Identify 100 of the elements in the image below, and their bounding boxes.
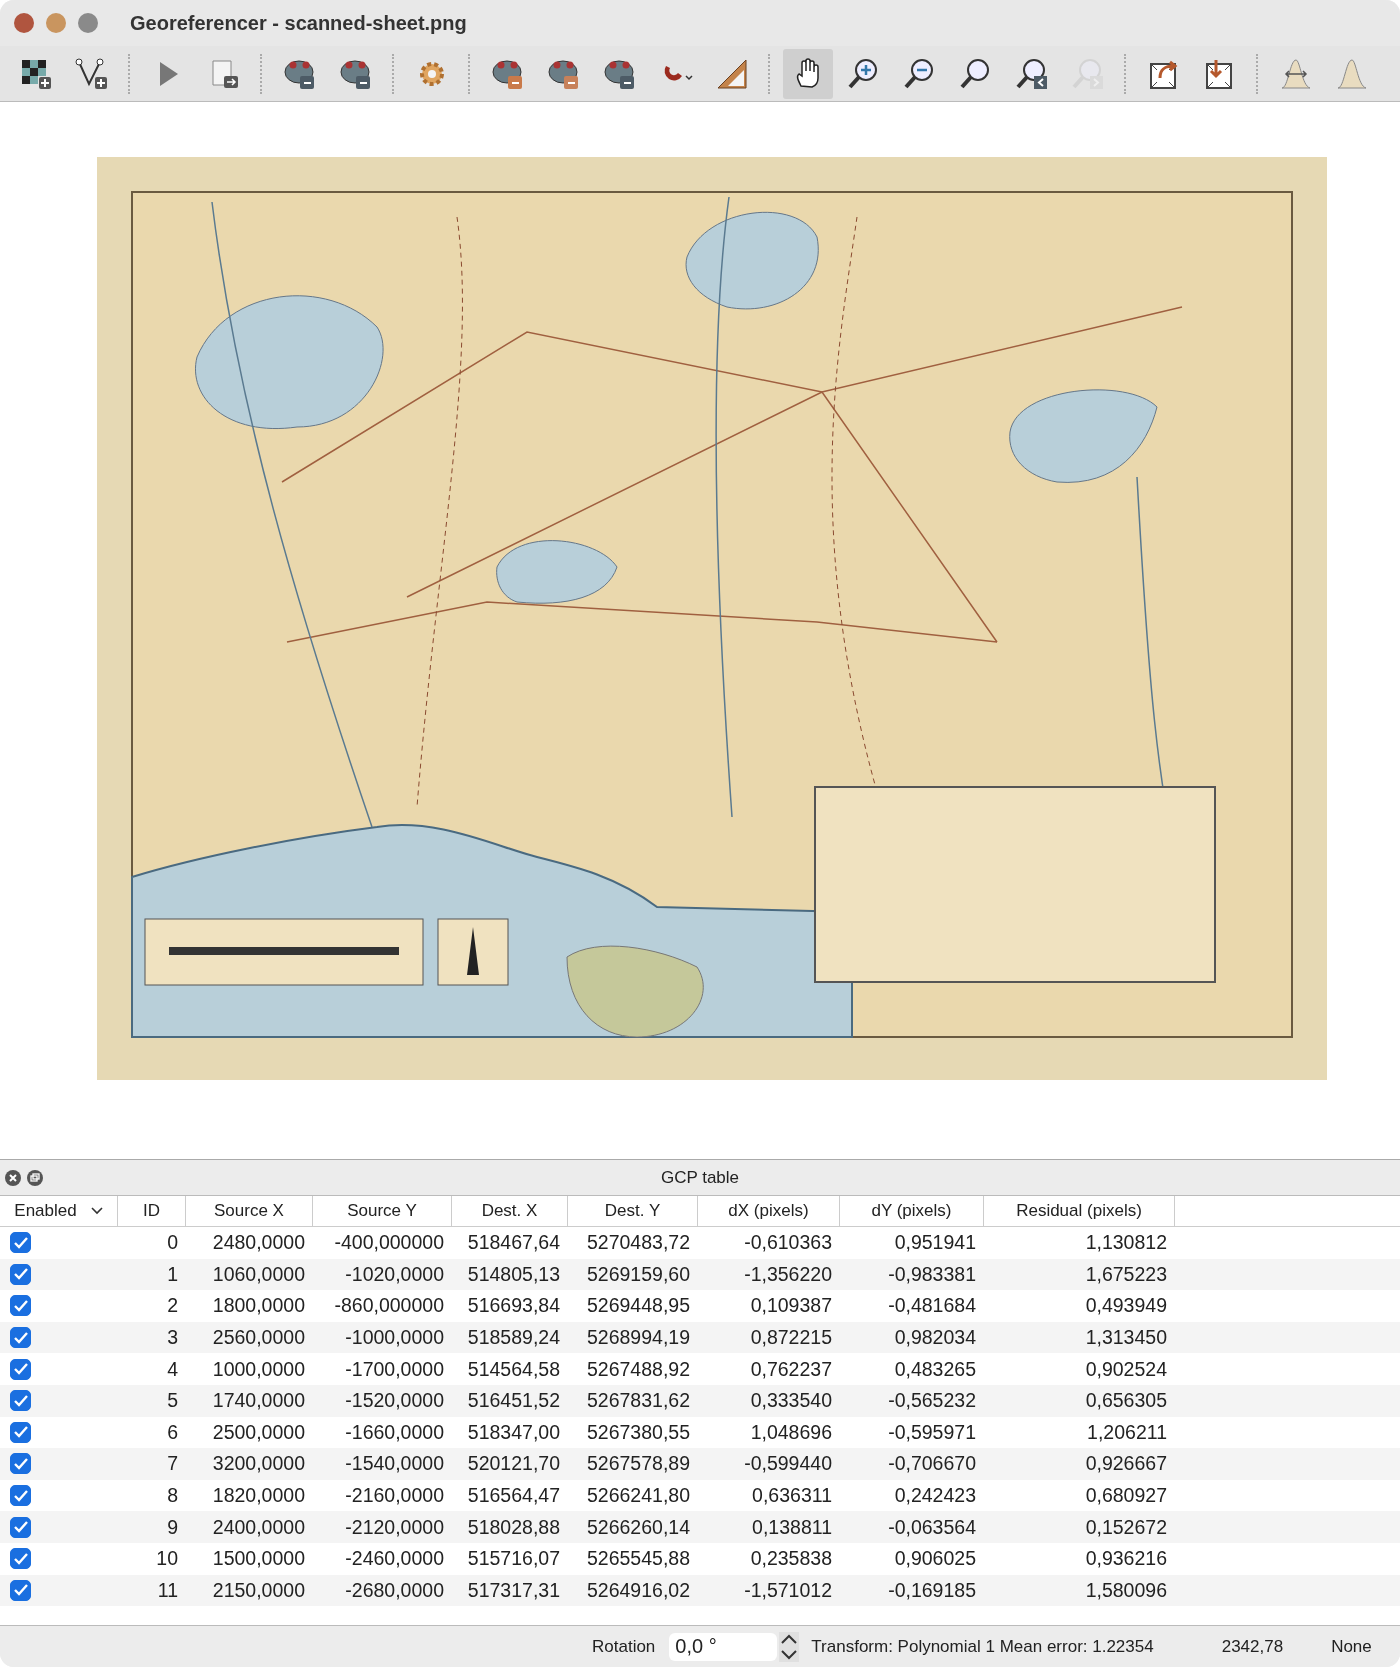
table-cell-text: 0,138811	[751, 1514, 833, 1540]
column-header[interactable]: Residual (pixels)	[984, 1196, 1175, 1226]
table-cell-text: 1800,0000	[211, 1293, 306, 1319]
table-cell-text: 0,680927	[1084, 1483, 1168, 1509]
rotation-field[interactable]: 0,0 °	[669, 1632, 778, 1661]
column-header[interactable]: Dest. X	[452, 1196, 568, 1226]
table-cell-text: 5264916,02	[585, 1577, 691, 1603]
table-cell-text: 1740,0000	[211, 1388, 306, 1414]
checkbox[interactable]	[10, 1390, 31, 1412]
checkbox[interactable]	[10, 1327, 31, 1349]
table-cell-text: 3	[166, 1325, 179, 1351]
table-cell-text: 5267380,55	[585, 1419, 691, 1445]
table-cell-text: 0,109387	[749, 1293, 833, 1319]
table-cell-text: 10	[155, 1546, 179, 1572]
table-cell-text: -2460,0000	[344, 1546, 445, 1572]
table-cell-text: 514805,13	[466, 1261, 561, 1287]
window-title: Georeferencer - scanned-sheet.png	[130, 11, 467, 35]
close-icon[interactable]	[4, 1168, 22, 1187]
table-cell-text: 1,130812	[1084, 1230, 1168, 1256]
table-cell-text: 5	[166, 1388, 179, 1414]
table-cell-text: 518347,00	[466, 1419, 561, 1445]
table-cell-text: -1000,0000	[344, 1325, 445, 1351]
table-cell-text: 1060,0000	[211, 1261, 306, 1287]
checkbox[interactable]	[10, 1485, 31, 1507]
column-header[interactable]: dX (pixels)	[698, 1196, 840, 1226]
table-cell-text: 0,152672	[1084, 1514, 1168, 1540]
table-cell-text: 514564,58	[466, 1356, 561, 1382]
table-cell-text: 516693,84	[466, 1293, 561, 1319]
table-cell-text: -2680,0000	[344, 1577, 445, 1603]
table-cell-text: 5267578,89	[585, 1451, 691, 1477]
spin-arrows-icon[interactable]	[779, 1631, 800, 1662]
table-cell-text: 5268994,19	[585, 1325, 691, 1351]
checkbox[interactable]	[10, 1263, 31, 1285]
column-header[interactable]: ID	[118, 1196, 186, 1226]
column-header[interactable]: Dest. Y	[568, 1196, 698, 1226]
table-cell-text: -1,356220	[743, 1261, 833, 1287]
table-cell-text: 516564,47	[466, 1483, 561, 1509]
checkbox[interactable]	[10, 1421, 31, 1443]
table-cell-text: 2480,0000	[211, 1230, 306, 1256]
checkbox[interactable]	[10, 1548, 31, 1570]
chevron-icon	[90, 1207, 103, 1215]
table-cell-text: 1	[166, 1261, 179, 1287]
vertex-icon	[74, 55, 110, 92]
table-cell-text: 4	[166, 1356, 179, 1382]
table-cell-text: 1,580096	[1084, 1577, 1168, 1603]
table-cell-text: 0,493949	[1084, 1293, 1168, 1319]
float-icon[interactable]	[26, 1168, 44, 1187]
table-cell-text: 9	[166, 1514, 179, 1540]
column-header[interactable]: Enabled	[0, 1196, 118, 1226]
table-cell-text: 2150,0000	[211, 1577, 306, 1603]
table-cell-text: 6	[166, 1419, 179, 1445]
table-cell-text: 3200,0000	[211, 1451, 306, 1477]
table-cell-text: -0,599440	[743, 1451, 833, 1477]
column-header[interactable]: Source Y	[313, 1196, 452, 1226]
table-cell-text: 5266260,14	[585, 1514, 691, 1540]
table-cell-text: 0	[166, 1230, 179, 1256]
table-cell-text: -0,565232	[887, 1388, 977, 1414]
table-cell-text: 0,872215	[749, 1325, 833, 1351]
table-cell-text: 0,333540	[749, 1388, 833, 1414]
checkbox[interactable]	[10, 1295, 31, 1317]
checkbox[interactable]	[10, 1358, 31, 1380]
table-cell-text: 515716,07	[466, 1546, 561, 1572]
table-cell-text: 2500,0000	[211, 1419, 306, 1445]
table-cell-text: -0,063564	[887, 1514, 977, 1540]
column-header[interactable]: dY (pixels)	[840, 1196, 984, 1226]
checkbox[interactable]	[10, 1579, 31, 1601]
table-cell-text: 1500,0000	[211, 1546, 306, 1572]
table-cell-text: 0,656305	[1084, 1388, 1168, 1414]
table-cell-text: -400,000000	[333, 1230, 445, 1256]
table-cell-text: 0,926667	[1084, 1451, 1168, 1477]
table-cell-text: -0,983381	[887, 1261, 977, 1287]
table-cell-text: -0,706670	[887, 1451, 977, 1477]
table-cell-text: 0,636311	[751, 1483, 833, 1509]
pan-button[interactable]	[783, 48, 833, 99]
checkbox[interactable]	[10, 1516, 31, 1538]
table-cell-text: 5265545,88	[585, 1546, 691, 1572]
zoom-icon[interactable]	[78, 13, 98, 33]
table-cell-text: 11	[156, 1577, 179, 1603]
panel-title: GCP table	[660, 1167, 740, 1188]
table-cell-text: 517317,31	[466, 1577, 561, 1603]
table-cell-text: -0,610363	[743, 1230, 833, 1256]
table-cell-text: 520121,70	[466, 1451, 561, 1477]
close-icon[interactable]	[14, 13, 34, 33]
table-cell-text: 0,906025	[893, 1546, 977, 1572]
table-cell-text: 5266241,80	[585, 1483, 691, 1509]
table-cell-text: -0,169185	[887, 1577, 977, 1603]
table-cell-text: 0,483265	[893, 1356, 977, 1382]
table-cell-text: 5267488,92	[585, 1356, 691, 1382]
table-cell-text: -1,571012	[743, 1577, 833, 1603]
checkbox[interactable]	[10, 1232, 31, 1254]
checkbox[interactable]	[10, 1453, 31, 1475]
table-cell-text: -1660,0000	[344, 1419, 445, 1445]
table-cell-text: 2	[166, 1293, 179, 1319]
table-cell-text: 0,762237	[749, 1356, 833, 1382]
column-header[interactable]: Source X	[186, 1196, 313, 1226]
rotation-label: Rotation	[592, 1636, 656, 1657]
table-cell-text: 5269448,95	[585, 1293, 691, 1319]
table-cell-text: 0,936216	[1084, 1546, 1168, 1572]
table-cell-text: 1,048696	[749, 1419, 833, 1445]
table-cell-text: 0,242423	[893, 1483, 977, 1509]
